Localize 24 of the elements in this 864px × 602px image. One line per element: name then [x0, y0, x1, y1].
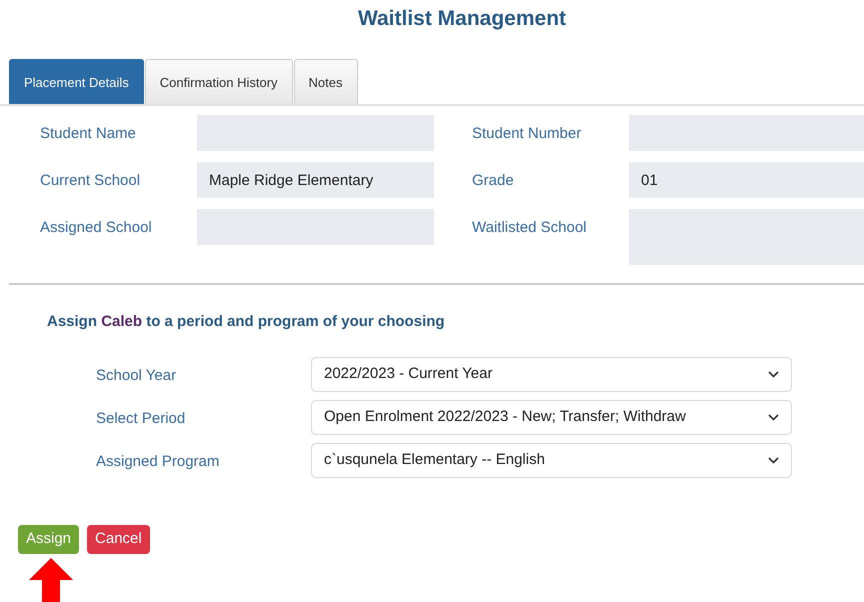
instruction-text: Assign Caleb to a period and program of your choosing	[47, 312, 446, 332]
annotation-arrow	[29, 558, 73, 602]
dropdown[interactable]: 2022/2023 - Current Year	[311, 357, 792, 392]
field-label: Current School	[40, 170, 142, 191]
action-button[interactable]: Cancel	[87, 525, 150, 554]
page-title: Waitlist Management	[356, 6, 568, 32]
tab[interactable]: Notes	[294, 59, 358, 104]
chevron-icon	[768, 414, 779, 422]
field-label: Student Name	[40, 124, 137, 144]
field-label: Assigned School	[40, 218, 153, 238]
dropdown[interactable]: c`usqunela Elementary -- English	[311, 443, 792, 478]
chevron-icon	[768, 371, 779, 378]
field-label: School Year	[96, 366, 178, 386]
field-label: Assigned Program	[96, 452, 220, 472]
tab[interactable]: Placement Details	[9, 59, 144, 104]
field-label: Waitlisted School	[472, 218, 588, 238]
chevron-icon	[768, 457, 779, 464]
dropdown[interactable]: Open Enrolment 2022/2023 - New; Transfer; Withdraw	[311, 400, 792, 436]
input-field[interactable]: 01	[629, 162, 864, 198]
tab[interactable]: Confirmation History	[144, 59, 293, 104]
field-label: Student Number	[472, 124, 582, 144]
field-label: Grade	[472, 170, 515, 191]
input-field[interactable]: Maple Ridge Elementary	[197, 162, 434, 198]
field-label: Select Period	[96, 409, 186, 430]
